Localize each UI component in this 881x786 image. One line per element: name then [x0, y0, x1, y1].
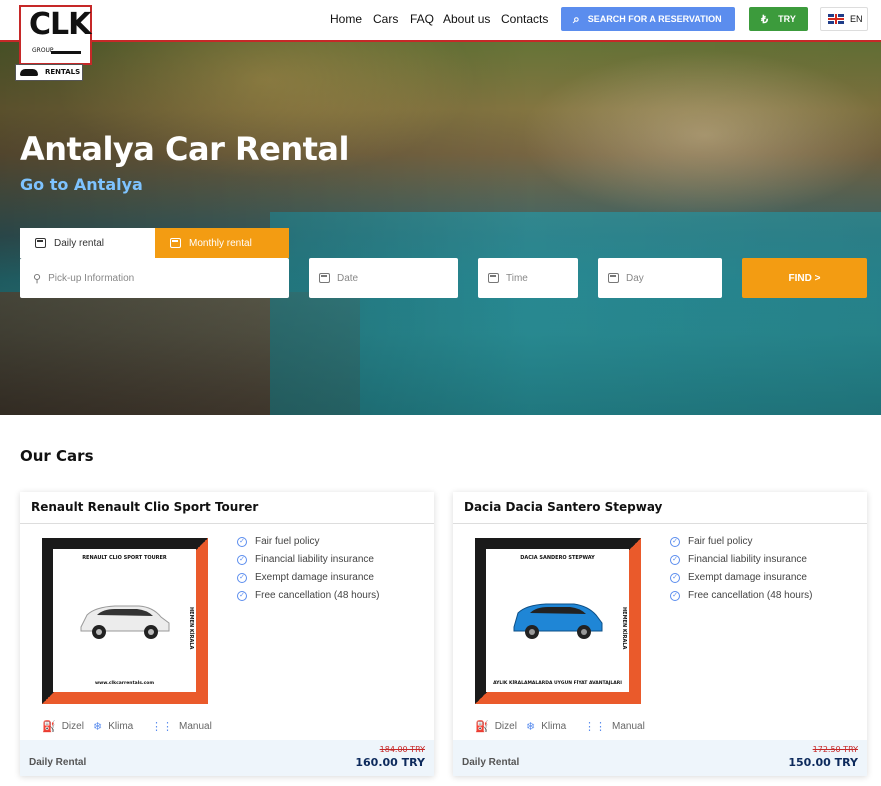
date-field[interactable]: Date	[309, 258, 458, 298]
spec-ac: ❄ Klima	[93, 721, 134, 733]
thumb-side-text: HEMEN KİRALA	[188, 607, 194, 650]
language-label: EN	[850, 14, 863, 24]
spec-gear: ⋮⋮ Manual	[151, 721, 212, 733]
snowflake-icon: ❄	[93, 721, 103, 733]
check-icon: ✓	[670, 590, 680, 601]
thumb-model-text: RENAULT CLIO SPORT TOURER	[82, 555, 167, 561]
check-icon: ✓	[670, 554, 680, 565]
pickup-field[interactable]: ⚲ Pick-up Information	[20, 258, 289, 298]
time-placeholder: Time	[506, 272, 528, 284]
pickup-placeholder: Pick-up Information	[48, 272, 135, 284]
check-icon: ✓	[237, 554, 247, 565]
feature-item: ✓ Free cancellation (48 hours)	[670, 590, 813, 601]
rentals-logo: RENTALS	[15, 64, 83, 81]
price-footer: Daily Rental 172.50 TRY 150.00 TRY	[453, 740, 867, 776]
calendar-icon	[608, 273, 619, 283]
old-price: 172.50 TRY	[812, 745, 858, 754]
spec-fuel: ⛽ Dizel	[475, 721, 517, 733]
tab-monthly-rental[interactable]: Monthly rental	[155, 228, 289, 258]
thumb-side-text: HEMEN KİRALA	[621, 607, 627, 650]
old-price: 184.00 TRY	[379, 745, 425, 754]
currency-label: TRY	[778, 14, 796, 24]
car-image	[80, 605, 170, 639]
car-thumbnail[interactable]: RENAULT CLIO SPORT TOURER HEMEN KİRALA w…	[42, 538, 208, 704]
gear-shift-icon: ⋮⋮	[584, 721, 606, 733]
current-price: 160.00 TRY	[355, 756, 425, 769]
car-name[interactable]: Dacia Dacia Santero Stepway	[464, 500, 662, 514]
language-button[interactable]: EN	[820, 7, 868, 31]
calendar-icon	[488, 273, 499, 283]
fuel-icon: ⛽	[42, 721, 56, 733]
feature-item: ✓ Exempt damage insurance	[670, 572, 807, 583]
feature-item: ✓ Exempt damage insurance	[237, 572, 374, 583]
rental-type-label: Daily Rental	[29, 757, 87, 768]
feature-item: ✓ Financial liability insurance	[237, 554, 374, 565]
calendar-icon	[170, 238, 181, 248]
hero-title: Antalya Car Rental	[20, 130, 349, 168]
check-icon: ✓	[237, 536, 247, 547]
calendar-icon	[35, 238, 46, 248]
car-name[interactable]: Renault Renault Clio Sport Tourer	[31, 500, 258, 514]
currency-button[interactable]: ₺ TRY	[749, 7, 808, 31]
thumb-website-text: www.clkcarrentals.com	[94, 681, 155, 686]
calendar-icon	[319, 273, 330, 283]
time-field[interactable]: Time	[478, 258, 578, 298]
car-image	[513, 603, 603, 639]
check-icon: ✓	[237, 572, 247, 583]
site-header: Home Cars FAQ About us Contacts ⌕ SEARCH…	[0, 0, 881, 42]
spec-ac: ❄ Klima	[526, 721, 567, 733]
day-placeholder: Day	[626, 272, 644, 284]
divider	[453, 523, 867, 524]
check-icon: ✓	[237, 590, 247, 601]
day-field[interactable]: Day	[598, 258, 722, 298]
current-price: 150.00 TRY	[788, 756, 858, 769]
car-thumbnail[interactable]: DACIA SANDERO STEPWAY HEMEN KİRALA AYLIK…	[475, 538, 641, 704]
find-button[interactable]: FIND >	[742, 258, 867, 298]
nav-about-us[interactable]: About us	[443, 12, 490, 26]
lira-icon: ₺	[761, 13, 769, 26]
gear-shift-icon: ⋮⋮	[151, 721, 173, 733]
nav-faq[interactable]: FAQ	[410, 12, 434, 26]
feature-item: ✓ Fair fuel policy	[670, 536, 752, 547]
location-pin-icon: ⚲	[33, 272, 42, 285]
thumb-model-text: DACIA SANDERO STEPWAY	[520, 555, 595, 561]
fuel-icon: ⛽	[475, 721, 489, 733]
check-icon: ✓	[670, 536, 680, 547]
rental-type-label: Daily Rental	[462, 757, 520, 768]
search-reservation-button[interactable]: ⌕ SEARCH FOR A RESERVATION	[561, 7, 735, 31]
search-reservation-label: SEARCH FOR A RESERVATION	[587, 14, 722, 24]
logo-text: CLK	[29, 7, 91, 42]
nav-contacts[interactable]: Contacts	[501, 12, 548, 26]
car-icon	[20, 69, 38, 76]
car-search-icon: ⌕	[573, 11, 580, 26]
spec-fuel: ⛽ Dizel	[42, 721, 84, 733]
our-cars-title: Our Cars	[20, 447, 94, 465]
price-footer: Daily Rental 184.00 TRY 160.00 TRY	[20, 740, 434, 776]
nav-home[interactable]: Home	[330, 12, 362, 26]
clk-logo[interactable]: CLK GROUP	[19, 5, 92, 65]
thumb-promo-text: AYLIK KİRALAMALARDA UYGUN FİYAT AVANTAJL…	[493, 681, 622, 686]
tab-monthly-label: Monthly rental	[189, 237, 252, 249]
date-placeholder: Date	[337, 272, 359, 284]
nav-cars[interactable]: Cars	[373, 12, 398, 26]
divider	[20, 523, 434, 524]
snowflake-icon: ❄	[526, 721, 536, 733]
car-card[interactable]: Renault Renault Clio Sport Tourer RENAUL…	[20, 492, 434, 776]
logo-rentals-text: RENTALS	[45, 68, 81, 76]
tab-daily-label: Daily rental	[54, 237, 105, 249]
hero-subtitle: Go to Antalya	[20, 175, 143, 194]
car-card[interactable]: Dacia Dacia Santero Stepway DACIA SANDER…	[453, 492, 867, 776]
check-icon: ✓	[670, 572, 680, 583]
feature-item: ✓ Fair fuel policy	[237, 536, 319, 547]
feature-item: ✓ Free cancellation (48 hours)	[237, 590, 380, 601]
spec-gear: ⋮⋮ Manual	[584, 721, 645, 733]
feature-item: ✓ Financial liability insurance	[670, 554, 807, 565]
tab-daily-rental[interactable]: Daily rental	[20, 228, 155, 258]
hero-banner: Antalya Car Rental Go to Antalya Daily r…	[0, 42, 881, 415]
uk-flag-icon	[828, 14, 844, 24]
